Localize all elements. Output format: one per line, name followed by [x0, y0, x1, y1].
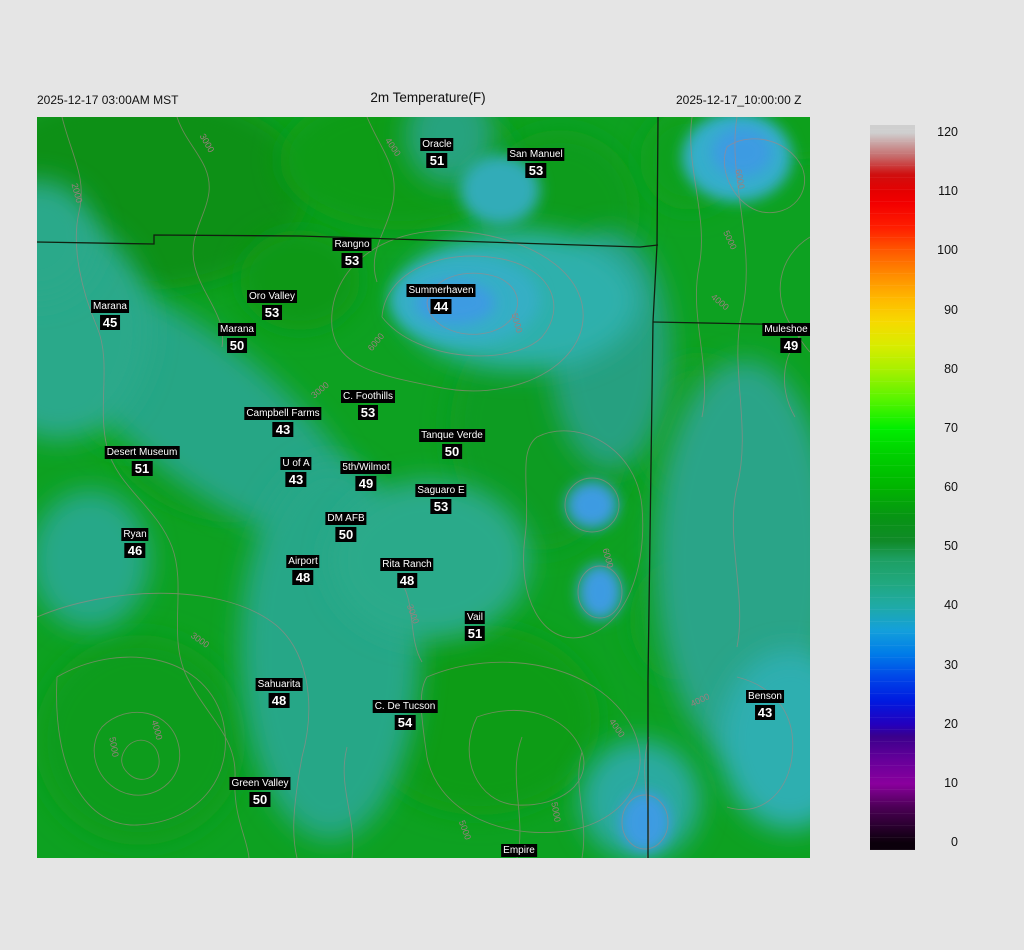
station: C. Foothills 53	[340, 390, 396, 420]
station-value-label: 48	[292, 570, 314, 585]
station-name-label: Tanque Verde	[419, 429, 485, 442]
station-value-label: 49	[355, 476, 377, 491]
station-value-label: 48	[268, 693, 290, 708]
station-name-label: Airport	[286, 555, 320, 568]
station-name-label: San Manuel	[507, 148, 565, 161]
station-name-label: Green Valley	[229, 777, 291, 790]
station-value-label: 50	[335, 527, 357, 542]
station-value-label: 43	[272, 422, 294, 437]
colorbar-tick: 100	[937, 243, 958, 258]
colorbar-tick: 80	[944, 361, 958, 376]
station: Empire	[501, 844, 537, 857]
station: Oracle 51	[420, 138, 454, 168]
station: Marana 45	[91, 300, 129, 330]
station-label-layer: Oracle 51 San Manuel 53 Rangno 53 Marana 45 Oro …	[37, 117, 810, 858]
station: DM AFB 50	[325, 512, 367, 542]
colorbar-tick: 40	[944, 598, 958, 613]
station: Campbell Farms 43	[244, 407, 322, 437]
station-name-label: Desert Museum	[104, 446, 180, 459]
station-value-label: 53	[525, 163, 547, 178]
station-value-label: 53	[357, 405, 379, 420]
temperature-colorbar: 120 110 100 90 80 70 60 50 40 30 20 10 0	[870, 125, 990, 850]
colorbar-tick: 10	[944, 775, 958, 790]
station-name-label: Muleshoe R	[762, 323, 810, 336]
station-value-label: 43	[285, 472, 307, 487]
station-name-label: Ryan	[121, 528, 149, 541]
weather-map-page: 2025-12-17 03:00AM MST 2m Temperature(F)…	[0, 0, 1024, 950]
station-value-label: 50	[441, 444, 463, 459]
station-name-label: Campbell Farms	[244, 407, 322, 420]
station-name-label: Sahuarita	[255, 678, 303, 691]
station-value-label: 46	[124, 543, 146, 558]
station-value-label: 53	[341, 253, 363, 268]
station: Desert Museum 51	[104, 446, 180, 476]
colorbar-step-banding	[870, 125, 915, 850]
colorbar-tick: 60	[944, 480, 958, 494]
station-value-label: 45	[99, 315, 121, 330]
station: Airport 48	[286, 555, 320, 585]
colorbar-tick: 90	[944, 302, 958, 317]
station: Vail 51	[464, 611, 486, 641]
station-name-label: C. Foothills	[340, 390, 396, 403]
colorbar-tick: 110	[938, 184, 958, 199]
station-value-label: 43	[754, 705, 776, 720]
station: Muleshoe R 49	[762, 323, 810, 353]
station-value-label: 49	[780, 338, 802, 353]
station-value-label: 53	[430, 499, 452, 514]
colorbar-tick: 70	[944, 420, 958, 435]
station-value-label: 50	[226, 338, 248, 353]
station-value-label: 44	[430, 299, 452, 314]
station-name-label: U of A	[280, 457, 312, 470]
station-name-label: Oro Valley	[247, 290, 297, 303]
station: 5th/Wilmot 49	[340, 461, 392, 491]
station-name-label: Summerhaven	[406, 284, 476, 297]
station: Green Valley 50	[229, 777, 291, 807]
station: San Manuel 53	[507, 148, 565, 178]
station: Benson 43	[746, 690, 784, 720]
station-name-label: Saguaro E	[415, 484, 467, 497]
station: Saguaro E 53	[415, 484, 467, 514]
valid-time-utc: 2025-12-17_10:00:00 Z	[676, 93, 802, 107]
station-value-label: 53	[261, 305, 283, 320]
colorbar-tick: 20	[944, 716, 958, 731]
station: Marana 50	[218, 323, 256, 353]
station-name-label: Benson	[746, 690, 784, 703]
station: Ryan 46	[121, 528, 149, 558]
station-name-label: Oracle	[420, 138, 454, 151]
station: Sahuarita 48	[255, 678, 303, 708]
station-name-label: Rita Ranch	[380, 558, 434, 571]
station: Summerhaven 44	[406, 284, 476, 314]
station: Tanque Verde 50	[419, 429, 485, 459]
station-value-label: 48	[396, 573, 418, 588]
station-name-label: Vail	[465, 611, 485, 624]
station-value-label: 51	[426, 153, 448, 168]
station-name-label: Empire	[501, 844, 537, 857]
colorbar-tick: 120	[937, 125, 958, 139]
station-name-label: 5th/Wilmot	[340, 461, 392, 474]
station: Rita Ranch 48	[380, 558, 434, 588]
station: Rangno 53	[332, 238, 372, 268]
station-name-label: C. De Tucson	[372, 700, 438, 713]
colorbar-tick: 50	[944, 539, 958, 554]
station-name-label: Marana	[218, 323, 256, 336]
station-value-label: 50	[249, 792, 271, 807]
station: Oro Valley 53	[247, 290, 297, 320]
temperature-map: 2000 3000 4000 6000 3000 5000 4000 6000 5000 6000…	[37, 117, 810, 858]
station-value-label: 51	[131, 461, 153, 476]
station: U of A 43	[280, 457, 312, 487]
station-value-label: 54	[394, 715, 416, 730]
colorbar-tick: 0	[951, 835, 958, 849]
station: C. De Tucson 54	[372, 700, 438, 730]
colorbar-tick: 30	[944, 657, 958, 672]
station-value-label: 51	[464, 626, 486, 641]
station-name-label: DM AFB	[325, 512, 367, 525]
station-name-label: Marana	[91, 300, 129, 313]
station-name-label: Rangno	[332, 238, 372, 251]
